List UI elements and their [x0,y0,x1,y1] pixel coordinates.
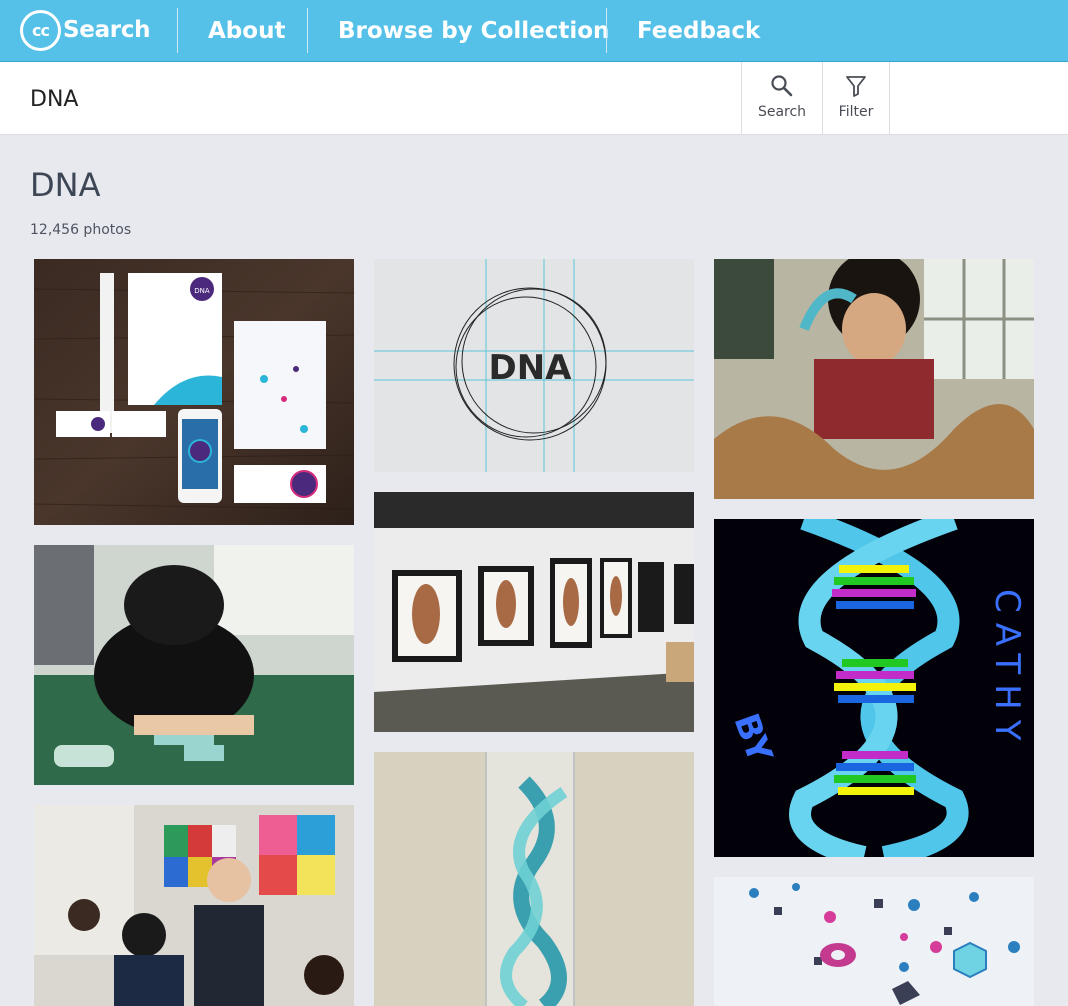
photo-result-boy-building-model[interactable] [34,545,354,785]
photo-result-stationery[interactable]: DNA [34,259,354,525]
photo-image [34,545,354,785]
photo-image [34,805,354,1006]
photo-image: DNA [34,259,354,525]
results-count: 12,456 photos [30,222,132,238]
search-button[interactable]: Search [741,62,822,134]
photo-image [374,492,694,732]
logo-text: Search [63,17,151,43]
art-text-cathy: CATHY [987,589,1027,750]
search-button-label: Search [757,104,807,120]
photo-result-floating-shapes[interactable] [714,877,1034,1006]
nav-link-browse-by-collection[interactable]: Browse by Collection [338,15,609,47]
dna-logo-text: DNA [194,287,210,295]
photo-result-dna-logo-grid[interactable]: DNA [374,259,694,472]
filter-button-label: Filter [838,104,874,120]
photo-image [374,752,694,1006]
nav-link-feedback[interactable]: Feedback [637,15,760,47]
photo-image [714,259,1034,499]
cc-logo-icon: cc [20,9,61,51]
search-input[interactable] [0,62,741,134]
cc-search-logo[interactable]: cc Search [20,9,160,51]
search-icon [771,75,793,97]
dna-logo-text: DNA [489,348,573,388]
filter-button[interactable]: Filter [822,62,890,134]
photo-image [714,877,1034,1006]
nav-divider [606,8,607,53]
top-navigation-bar: cc Search About Browse by Collection Fee… [0,0,1068,62]
photo-result-student-paper-helix[interactable] [714,259,1034,499]
nav-divider [177,8,178,53]
filter-icon [846,76,866,97]
photo-image: DNA [374,259,694,472]
results-title: DNA [30,166,101,204]
photo-result-helix-illustration[interactable]: BY CATHY [714,519,1034,857]
photo-image: BY CATHY [714,519,1034,857]
photo-result-gallery-wall[interactable] [374,492,694,732]
photo-result-bottle-sculpture[interactable] [374,752,694,1006]
nav-divider [307,8,308,53]
photo-result-classroom[interactable] [34,805,354,1006]
search-bar: Search Filter [0,62,1068,135]
nav-link-about[interactable]: About [208,15,285,47]
